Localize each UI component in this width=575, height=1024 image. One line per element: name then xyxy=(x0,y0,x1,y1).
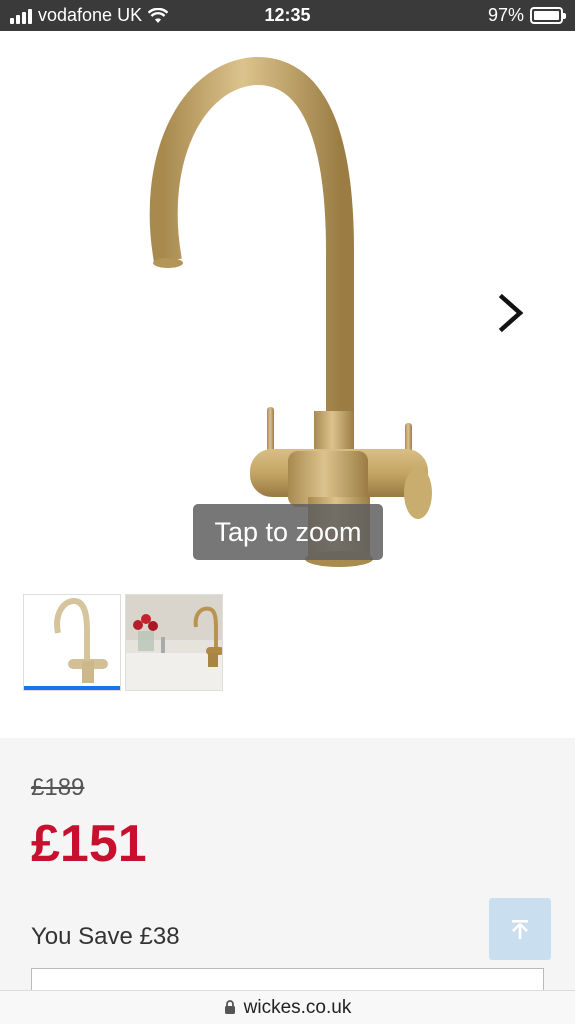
thumbnail-strip xyxy=(23,594,223,691)
price-section: £189 £151 You Save £38 xyxy=(0,738,575,1024)
next-image-arrow-icon[interactable] xyxy=(492,291,532,335)
browser-url-bar[interactable]: wickes.co.uk xyxy=(0,990,575,1024)
lock-icon xyxy=(224,1000,235,1014)
battery-percent: 97% xyxy=(487,5,524,25)
thumbnail-1[interactable] xyxy=(23,594,121,691)
was-price: £189 xyxy=(31,774,85,801)
you-save-text: You Save £38 xyxy=(31,923,180,950)
thumbnail-2[interactable] xyxy=(125,594,223,691)
back-to-top-button[interactable] xyxy=(489,898,551,960)
url-text: wickes.co.uk xyxy=(243,996,352,1018)
product-image[interactable] xyxy=(0,31,575,576)
battery-icon xyxy=(530,7,566,24)
status-bar: vodafone UK 12:35 97% xyxy=(0,0,575,31)
product-gallery[interactable]: Tap to zoom xyxy=(0,31,575,576)
arrow-up-to-top-icon xyxy=(512,920,528,939)
current-price: £151 xyxy=(31,815,147,873)
tap-to-zoom-hint[interactable]: Tap to zoom xyxy=(193,504,383,560)
status-right: 97% xyxy=(487,5,566,26)
